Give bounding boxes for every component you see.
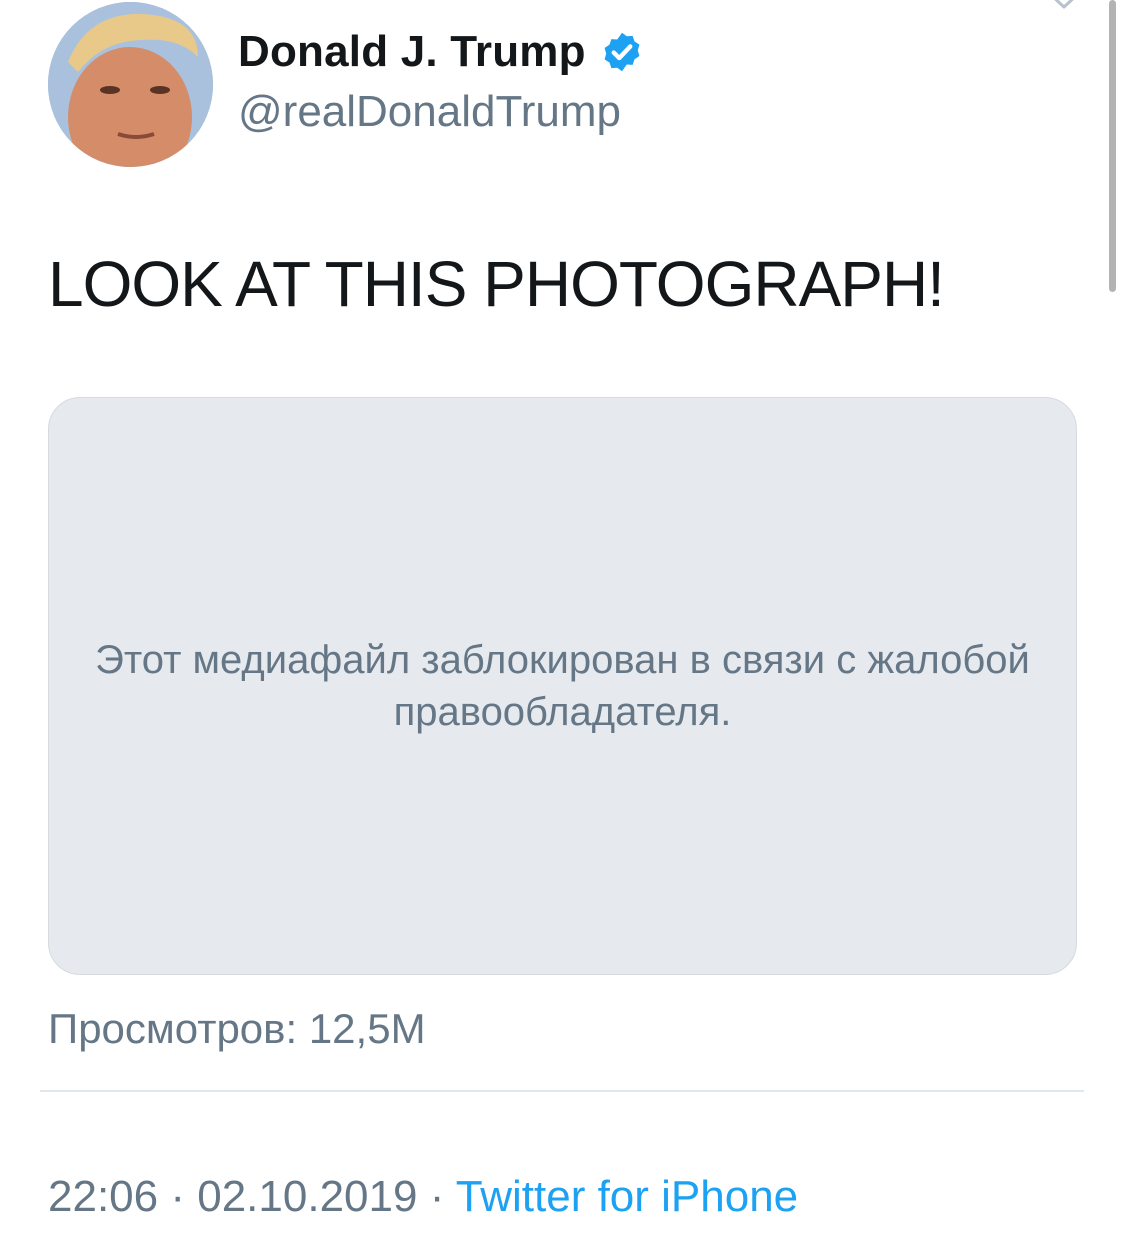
- verified-check-icon: [604, 32, 640, 72]
- tweet-detail: Donald J. Trump @realDonaldTrump LOOK AT…: [0, 0, 1125, 1248]
- author-name-row[interactable]: Donald J. Trump: [238, 28, 644, 76]
- tweet-text: LOOK AT THIS PHOTOGRAPH!: [48, 248, 945, 320]
- tweet-time: 22:06: [48, 1172, 159, 1221]
- avatar[interactable]: [48, 2, 213, 167]
- blocked-media-placeholder: Этот медиафайл заблокирован в связи с жа…: [48, 397, 1077, 975]
- view-count: Просмотров: 12,5M: [48, 1005, 426, 1052]
- tweet-meta: 22:06 · 02.10.2019 · Twitter for iPhone: [48, 1170, 798, 1224]
- blocked-media-message: Этот медиафайл заблокирован в связи с жа…: [95, 638, 1030, 734]
- tweet-date: 02.10.2019: [197, 1172, 418, 1221]
- divider: [40, 1090, 1084, 1092]
- scrollbar[interactable]: [1109, 0, 1116, 292]
- author-handle[interactable]: @realDonaldTrump: [238, 86, 621, 138]
- meta-separator: ·: [170, 1172, 185, 1221]
- chevron-down-icon[interactable]: [1046, 0, 1082, 12]
- tweet-source-link[interactable]: Twitter for iPhone: [456, 1172, 798, 1221]
- avatar-image: [48, 2, 213, 167]
- meta-separator: ·: [429, 1172, 445, 1221]
- author-display-name[interactable]: Donald J. Trump: [238, 28, 586, 76]
